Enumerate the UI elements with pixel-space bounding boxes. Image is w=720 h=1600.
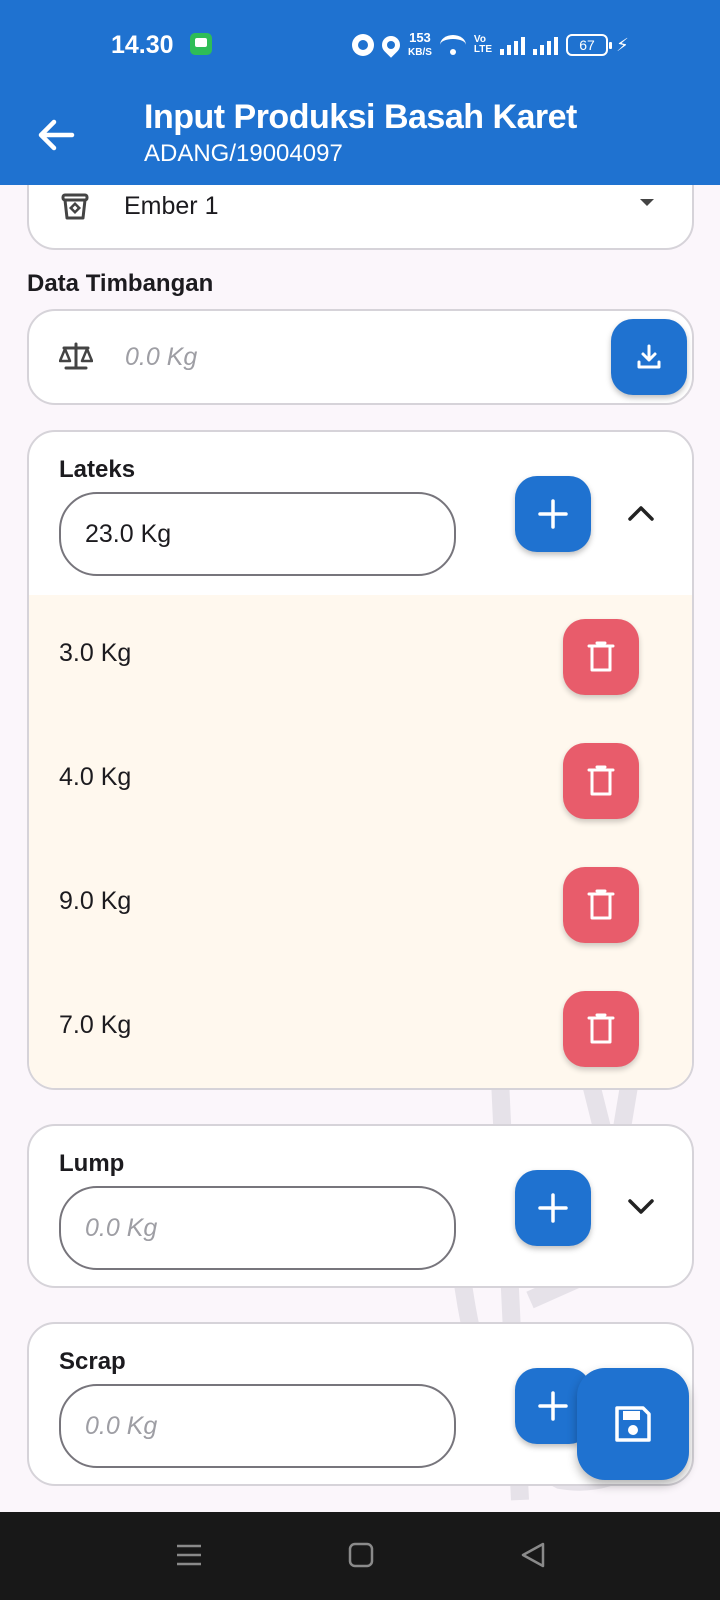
- location-icon: [378, 32, 404, 58]
- scale-input-placeholder: 0.0 Kg: [125, 343, 198, 371]
- trash-icon: [587, 889, 615, 920]
- entry-weight: 7.0 Kg: [59, 1011, 132, 1039]
- home-icon[interactable]: [348, 1542, 374, 1568]
- lateks-entries-list: 3.0 Kg 4.0 Kg 9.0 Kg 7.0 Kg: [29, 595, 692, 1088]
- list-item: 7.0 Kg: [29, 967, 685, 1088]
- plus-icon: [538, 499, 568, 529]
- scale-icon: [59, 342, 93, 370]
- net-speed: 153 KB/S: [408, 31, 432, 59]
- back-button[interactable]: [32, 110, 82, 160]
- trash-icon: [587, 765, 615, 796]
- container-select-value: Ember 1: [124, 192, 219, 220]
- status-icons: 153 KB/S Vo LTE 67 ⚡: [352, 30, 629, 60]
- charging-icon: ⚡: [616, 34, 629, 55]
- status-time: 14.30: [111, 31, 174, 59]
- entry-weight: 3.0 Kg: [59, 639, 132, 667]
- list-item: 9.0 Kg: [29, 843, 685, 967]
- entry-weight: 9.0 Kg: [59, 887, 132, 915]
- scrap-total-field[interactable]: 0.0 Kg: [59, 1384, 456, 1468]
- system-navigation-bar: [0, 1512, 720, 1600]
- save-button[interactable]: [577, 1368, 689, 1480]
- scale-input[interactable]: 0.0 Kg: [27, 309, 694, 405]
- volte-bottom: LTE: [473, 44, 493, 55]
- list-item: 4.0 Kg: [29, 719, 685, 843]
- trash-icon: [587, 1013, 615, 1044]
- page-title: Input Produksi Basah Karet: [144, 98, 577, 136]
- app-bar: Input Produksi Basah Karet ADANG/1900409…: [0, 92, 720, 185]
- menu-icon[interactable]: [176, 1542, 202, 1568]
- arrow-left-icon: [38, 119, 75, 151]
- section-lateks-label: Lateks: [59, 456, 136, 483]
- plus-icon: [538, 1193, 568, 1223]
- delete-entry-button[interactable]: [563, 619, 639, 695]
- volte-icon: Vo LTE: [474, 35, 492, 55]
- list-item: 3.0 Kg: [29, 595, 685, 719]
- section-lump-label: Lump: [59, 1150, 125, 1177]
- bucket-icon: [61, 193, 89, 220]
- section-scrap-label: Scrap: [59, 1348, 126, 1375]
- signal-2-icon: [533, 35, 559, 55]
- signal-1-icon: [500, 35, 526, 55]
- lump-add-button[interactable]: [515, 1170, 591, 1246]
- alarm-icon: [352, 34, 374, 56]
- chevron-up-icon[interactable]: [621, 494, 661, 534]
- data-timbangan-label: Data Timbangan: [27, 270, 214, 297]
- entry-weight: 4.0 Kg: [59, 763, 132, 791]
- caret-down-icon: [640, 199, 654, 206]
- back-nav-icon[interactable]: [520, 1542, 546, 1568]
- net-speed-value: 153: [409, 30, 431, 45]
- download-icon: [637, 344, 661, 369]
- net-speed-unit: KB/S: [408, 47, 432, 58]
- section-lump: Lump 0.0 Kg: [27, 1124, 694, 1288]
- message-notification-icon: [190, 33, 212, 55]
- section-lateks: Lateks 23.0 Kg 3.0 Kg 4.0 Kg 9.0 Kg 7.0 …: [27, 430, 694, 1090]
- lateks-total-field[interactable]: 23.0 Kg: [59, 492, 456, 576]
- plus-icon: [538, 1391, 568, 1421]
- status-bar: 14.30 153 KB/S Vo LTE 67 ⚡: [0, 0, 720, 92]
- wifi-icon: [439, 35, 466, 55]
- trash-icon: [587, 641, 615, 672]
- delete-entry-button[interactable]: [563, 743, 639, 819]
- fetch-scale-button[interactable]: [611, 319, 687, 395]
- save-icon: [615, 1406, 651, 1442]
- delete-entry-button[interactable]: [563, 991, 639, 1067]
- lateks-add-button[interactable]: [515, 476, 591, 552]
- delete-entry-button[interactable]: [563, 867, 639, 943]
- page-subtitle: ADANG/19004097: [144, 140, 343, 167]
- battery-icon: 67: [566, 34, 613, 56]
- chevron-down-icon[interactable]: [621, 1186, 661, 1226]
- lump-total-field[interactable]: 0.0 Kg: [59, 1186, 456, 1270]
